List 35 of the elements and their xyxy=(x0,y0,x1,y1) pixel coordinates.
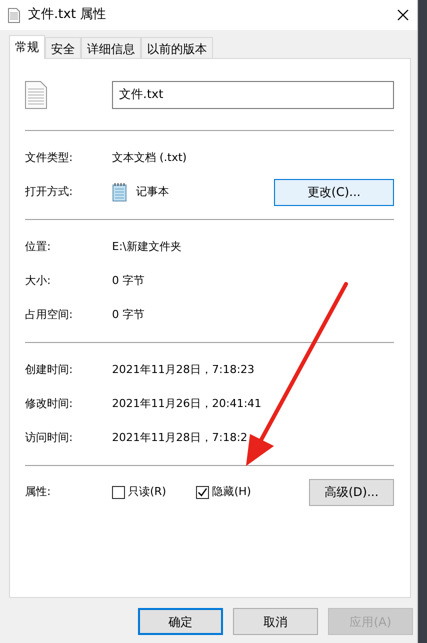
field-value: 2021年11月28日，7:18:2 xyxy=(112,430,248,446)
field-value: 2021年11月26日，20:41:41 xyxy=(112,396,262,412)
field-label: 占用空间: xyxy=(25,306,74,323)
document-icon xyxy=(25,80,47,108)
field-label: 创建时间: xyxy=(25,362,74,378)
checkbox-label: 只读(R) xyxy=(128,484,166,500)
tab[interactable]: 安全 xyxy=(45,37,81,58)
document-icon xyxy=(8,8,20,22)
tab[interactable]: 以前的版本 xyxy=(141,37,213,58)
dialog-button[interactable]: 取消 xyxy=(233,608,318,635)
field-label: 修改时间: xyxy=(25,396,74,412)
tab[interactable]: 常规 xyxy=(9,35,45,59)
field-value: 0 字节 xyxy=(112,306,144,323)
field-label: 文件类型: xyxy=(25,150,74,166)
field-value: 记事本 xyxy=(136,184,169,200)
field-value: 文本文档 (.txt) xyxy=(112,150,187,166)
checkbox-label: 隐藏(H) xyxy=(212,484,252,500)
file-name-field[interactable]: 文件.txt xyxy=(112,80,394,108)
field-value: E:\新建文件夹 xyxy=(112,238,182,255)
field-label: 访问时间: xyxy=(25,430,74,446)
dialog-button[interactable]: 确定 xyxy=(138,608,223,635)
checkbox[interactable] xyxy=(112,486,125,498)
field-label: 打开方式: xyxy=(25,184,74,200)
advanced-button[interactable]: 高级(D)... xyxy=(309,478,394,506)
window-title: 文件.txt 属性 xyxy=(28,6,108,24)
change-button[interactable]: 更改(C)... xyxy=(274,178,394,206)
notepad-icon xyxy=(112,182,128,202)
field-value: 0 字节 xyxy=(112,272,144,289)
field-label: 位置: xyxy=(25,238,52,255)
tab[interactable]: 详细信息 xyxy=(81,37,141,58)
field-value: 2021年11月28日，7:18:23 xyxy=(112,362,254,378)
checkbox[interactable] xyxy=(196,486,210,498)
field-label: 属性: xyxy=(25,484,52,500)
field-label: 大小: xyxy=(25,272,52,289)
close-icon[interactable] xyxy=(397,9,409,21)
